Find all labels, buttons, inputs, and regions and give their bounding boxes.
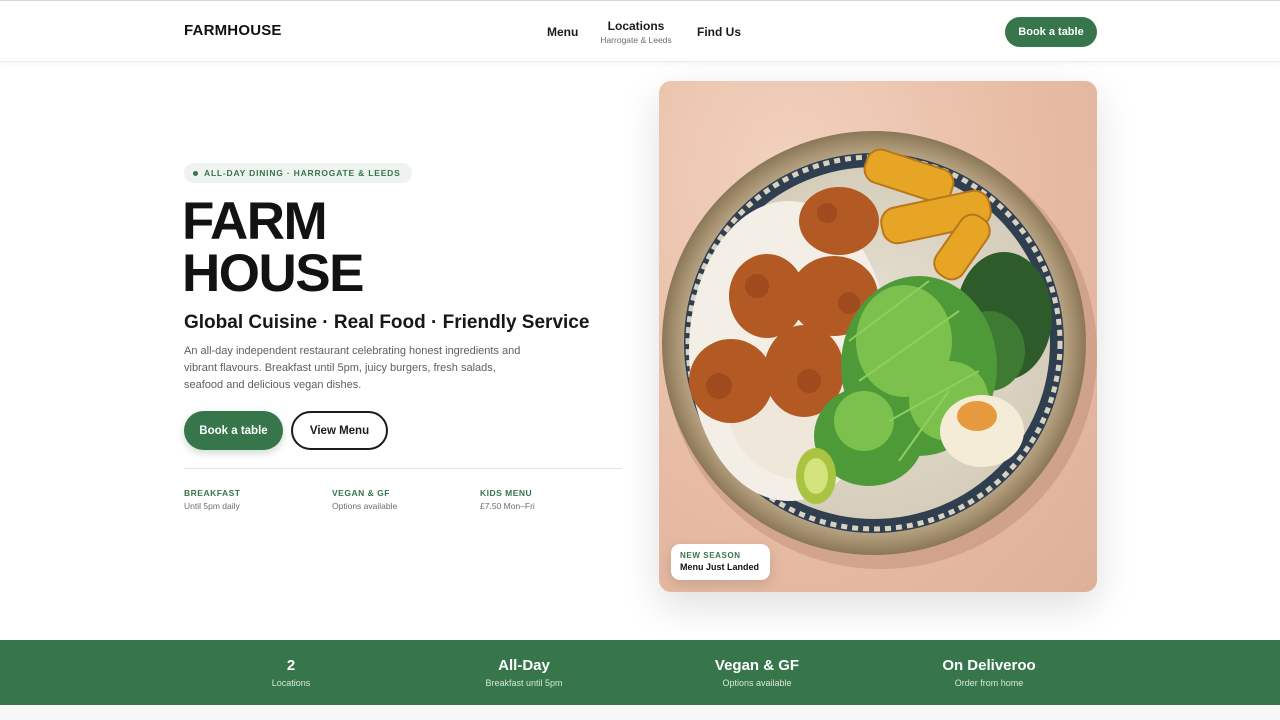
hero-divider (184, 468, 622, 469)
stat-value: On Deliveroo (942, 657, 1036, 674)
hero-food-image: NEW SEASON Menu Just Landed (659, 81, 1097, 592)
feature-label: KIDS MENU (480, 488, 533, 498)
header-book-table-button[interactable]: Book a table (1005, 17, 1097, 47)
stat-value: 2 (286, 657, 296, 674)
nav-locations-subtitle: Harrogate & Leeds (600, 35, 672, 45)
stat-vegan-gf: Vegan & GF Options available (657, 640, 857, 705)
hero-title: FARM HOUSE (182, 192, 364, 303)
hero-title-line-2: HOUSE (182, 244, 364, 303)
stat-deliveroo: On Deliveroo Order from home (889, 640, 1089, 705)
nav-menu[interactable]: Menu (547, 1, 578, 63)
stat-value: Vegan & GF (714, 657, 800, 674)
feature-kids-menu: KIDS MENU £7.50 Mon–Fri (480, 488, 535, 511)
hero-description: An all-day independent restaurant celebr… (184, 345, 521, 391)
hero-badge-text: ALL-DAY DINING · HARROGATE & LEEDS (204, 168, 401, 178)
stat-subtitle: Breakfast until 5pm (485, 678, 563, 688)
feature-breakfast: BREAKFAST Until 5pm daily (184, 488, 240, 511)
stat-subtitle: Order from home (954, 678, 1024, 688)
new-season-label: NEW SEASON (680, 551, 741, 560)
nav-find-us-label[interactable]: Find Us (697, 25, 741, 39)
nav-menu-label[interactable]: Menu (547, 25, 578, 39)
hero-tagline: Global Cuisine · Real Food · Friendly Se… (184, 312, 590, 333)
nav-locations-label[interactable]: Locations (608, 19, 665, 33)
stat-all-day: All-Day Breakfast until 5pm (424, 640, 624, 705)
nav-find-us[interactable]: Find Us (697, 1, 741, 63)
feature-label: BREAKFAST (184, 488, 241, 498)
stat-value: All-Day (498, 657, 550, 674)
feature-subtitle: Options available (332, 501, 398, 511)
brand-logo[interactable]: FARMHOUSE (184, 22, 282, 39)
feature-subtitle: Until 5pm daily (184, 501, 240, 511)
view-menu-button[interactable]: View Menu (291, 411, 388, 450)
feature-vegan-gf: VEGAN & GF Options available (332, 488, 397, 511)
bottom-strip (0, 705, 1280, 720)
stat-subtitle: Locations (271, 678, 311, 688)
stat-subtitle: Options available (722, 678, 792, 688)
new-season-text: Menu Just Landed (680, 562, 760, 572)
hero-badge: ALL-DAY DINING · HARROGATE & LEEDS (184, 163, 412, 183)
new-season-card[interactable]: NEW SEASON Menu Just Landed (671, 544, 770, 580)
feature-label: VEGAN & GF (332, 488, 390, 498)
stats-bar: 2 Locations All-Day Breakfast until 5pm … (0, 640, 1280, 705)
book-table-button[interactable]: Book a table (184, 411, 283, 450)
nav-locations[interactable]: Locations Harrogate & Leeds (598, 1, 674, 63)
food-bowl-illustration (662, 131, 1097, 569)
stat-locations: 2 Locations (191, 640, 391, 705)
feature-subtitle: £7.50 Mon–Fri (480, 501, 535, 511)
site-header: FARMHOUSE Menu Locations Harrogate & Lee… (0, 0, 1280, 62)
hero-title-line-1: FARM (182, 192, 328, 251)
badge-dot-icon (193, 170, 198, 176)
